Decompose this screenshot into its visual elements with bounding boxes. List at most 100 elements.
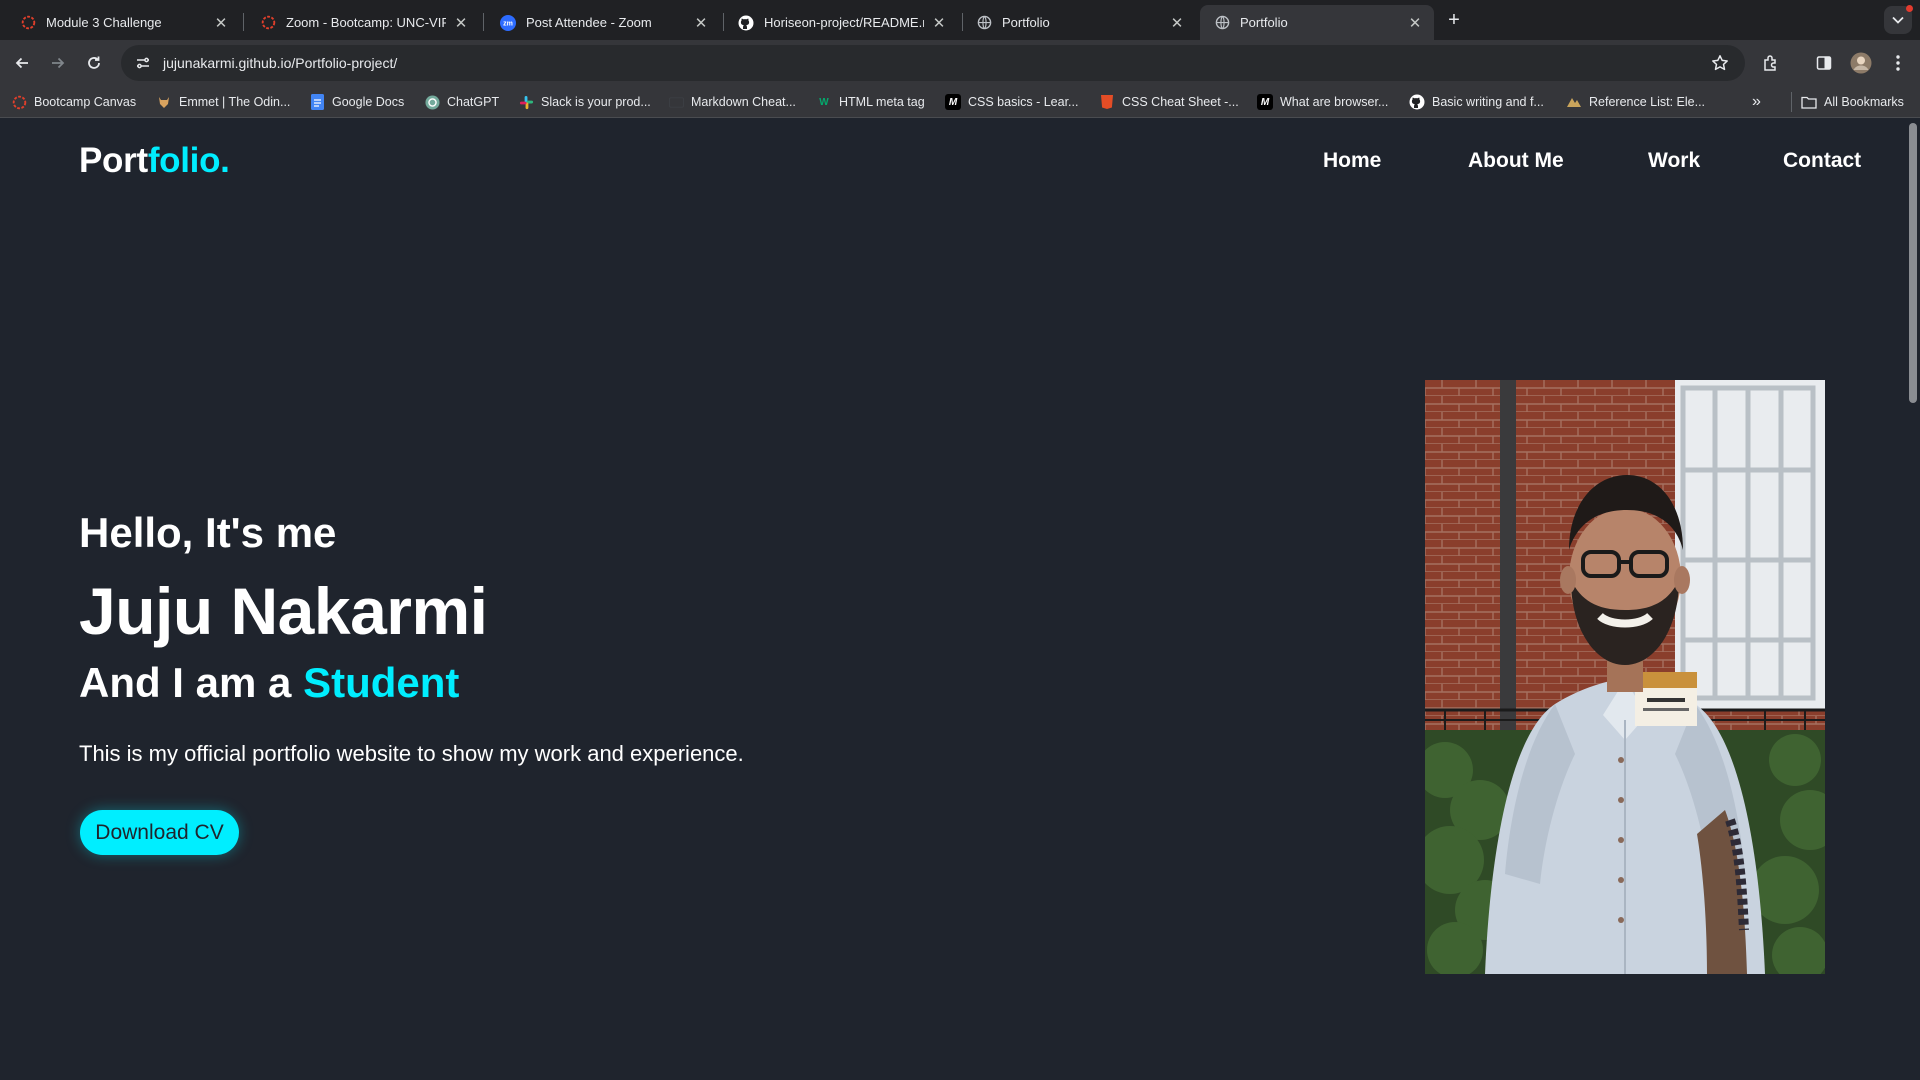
all-bookmarks-button[interactable]: All Bookmarks xyxy=(1791,92,1904,112)
css-icon xyxy=(1099,94,1115,110)
bookmark-item[interactable]: Slack is your prod... xyxy=(518,92,651,112)
bookmark-label: CSS Cheat Sheet -... xyxy=(1122,95,1239,109)
slack-icon xyxy=(518,94,534,110)
hero-greeting: Hello, It's me xyxy=(79,509,337,556)
bookmark-item[interactable]: M CSS basics - Lear... xyxy=(945,92,1078,112)
close-icon[interactable]: ✕ xyxy=(1168,14,1186,32)
arrow-left-icon xyxy=(15,57,28,69)
url-text: jujunakarmi.github.io/Portfolio-project/ xyxy=(163,55,397,71)
close-icon[interactable]: ✕ xyxy=(930,14,948,32)
reload-icon xyxy=(88,56,100,69)
browser-tab[interactable]: zm Post Attendee - Zoom ✕ xyxy=(486,5,720,40)
site-logo[interactable]: Portfolio. xyxy=(79,141,230,181)
profile-avatar[interactable] xyxy=(1849,51,1873,75)
w3-icon: W xyxy=(819,96,829,108)
new-tab-button[interactable]: + xyxy=(1442,8,1466,32)
bookmark-item[interactable]: CSS Cheat Sheet -... xyxy=(1099,92,1239,112)
canvas-icon xyxy=(260,15,276,31)
bookmark-label: CSS basics - Lear... xyxy=(968,95,1079,109)
browser-tab-strip: Module 3 Challenge ✕ Zoom - Bootcamp: UN… xyxy=(0,0,1920,40)
bookmark-label: Markdown Cheat... xyxy=(691,95,796,109)
bookmark-item[interactable]: Basic writing and f... xyxy=(1409,92,1544,112)
portfolio-page: Portfolio. Home About Me Work Contact He… xyxy=(0,119,1905,1080)
bookmark-label: HTML meta tag xyxy=(839,95,925,109)
browser-tab[interactable]: Module 3 Challenge ✕ xyxy=(6,5,240,40)
extensions-icon[interactable] xyxy=(1759,51,1783,75)
logo-main: Port xyxy=(79,141,148,180)
github-icon xyxy=(738,15,754,31)
site-info-icon[interactable] xyxy=(129,49,157,77)
bookmark-item[interactable]: Google Docs xyxy=(309,92,404,112)
close-icon[interactable]: ✕ xyxy=(212,14,230,32)
canvas-icon xyxy=(11,94,27,110)
markdown-icon xyxy=(668,94,684,110)
page-scrollbar[interactable] xyxy=(1905,119,1920,1080)
bookmark-item[interactable]: Emmet | The Odin... xyxy=(156,92,290,112)
mdn-icon: M xyxy=(945,94,961,110)
bookmark-item[interactable]: M What are browser... xyxy=(1257,92,1388,112)
bookmark-item[interactable]: Bootcamp Canvas xyxy=(11,92,136,112)
browser-tab[interactable]: Horiseon-project/README.m ✕ xyxy=(724,5,958,40)
bookmark-label: ChatGPT xyxy=(447,95,500,109)
arrow-right-icon xyxy=(52,57,65,69)
bookmark-item[interactable]: W HTML meta tag xyxy=(816,92,925,112)
browser-tab-active[interactable]: Portfolio ✕ xyxy=(1200,5,1434,40)
tab-title: Portfolio xyxy=(1240,15,1288,30)
close-icon[interactable]: ✕ xyxy=(692,14,710,32)
back-button[interactable] xyxy=(8,49,36,77)
more-bookmarks-chevron-icon[interactable]: » xyxy=(1752,92,1761,112)
scrollbar-thumb[interactable] xyxy=(1909,123,1917,403)
bookmark-item[interactable]: Reference List: Ele... xyxy=(1566,92,1705,112)
side-panel-icon[interactable] xyxy=(1812,51,1836,75)
tab-title: Post Attendee - Zoom xyxy=(526,15,652,30)
menu-kebab-icon[interactable] xyxy=(1886,51,1910,75)
all-bookmarks-label: All Bookmarks xyxy=(1824,95,1904,109)
tab-title: Portfolio xyxy=(1002,15,1050,30)
globe-icon xyxy=(1214,15,1230,31)
bookmarks-bar: Bootcamp Canvas Emmet | The Odin... Goog… xyxy=(0,86,1920,118)
bookmark-label: Emmet | The Odin... xyxy=(179,95,291,109)
nav-link-about-me[interactable]: About Me xyxy=(1468,149,1564,173)
globe-icon xyxy=(976,15,992,31)
logo-accent: folio. xyxy=(147,141,230,180)
reload-button[interactable] xyxy=(80,49,108,77)
nav-link-contact[interactable]: Contact xyxy=(1783,149,1861,173)
bookmark-label: Bootcamp Canvas xyxy=(34,95,137,109)
nav-link-home[interactable]: Home xyxy=(1323,149,1381,173)
bookmark-label: Google Docs xyxy=(332,95,405,109)
bookmark-item[interactable]: ChatGPT xyxy=(424,92,499,112)
canvas-icon xyxy=(20,15,36,31)
tab-title: Module 3 Challenge xyxy=(46,15,162,30)
close-icon[interactable]: ✕ xyxy=(1406,14,1424,32)
browser-tab[interactable]: Portfolio ✕ xyxy=(962,5,1196,40)
nav-link-work[interactable]: Work xyxy=(1648,149,1700,173)
odin-icon xyxy=(156,94,172,110)
folder-icon xyxy=(1801,94,1817,110)
browser-tab[interactable]: Zoom - Bootcamp: UNC-VIRT ✕ xyxy=(246,5,480,40)
browser-toolbar: jujunakarmi.github.io/Portfolio-project/ xyxy=(0,40,1920,86)
tab-title: Horiseon-project/README.m xyxy=(764,15,924,30)
hero-name: Juju Nakarmi xyxy=(79,574,488,648)
zoom-icon: zm xyxy=(500,14,516,31)
docs-icon xyxy=(309,94,325,110)
forward-button[interactable] xyxy=(44,49,72,77)
bookmark-item[interactable]: Markdown Cheat... xyxy=(668,92,796,112)
chevron-down-icon xyxy=(1892,16,1904,24)
hero-tagline: This is my official portfolio website to… xyxy=(79,741,744,766)
download-cv-button[interactable]: Download CV xyxy=(80,810,239,855)
role-prefix: And I am a xyxy=(79,659,304,706)
bookmark-label: Reference List: Ele... xyxy=(1589,95,1706,109)
notification-dot xyxy=(1906,5,1913,12)
bookmark-label: Slack is your prod... xyxy=(541,95,651,109)
chatgpt-icon xyxy=(424,94,440,110)
bookmark-label: Basic writing and f... xyxy=(1432,95,1544,109)
mdn-icon: M xyxy=(1257,94,1273,110)
tab-title: Zoom - Bootcamp: UNC-VIRT xyxy=(286,15,446,30)
hero-role: And I am a Student xyxy=(79,659,459,707)
role-accent: Student xyxy=(303,659,460,706)
bookmark-star-icon[interactable] xyxy=(1709,52,1731,74)
url-host: jujunakarmi.github.io xyxy=(163,55,292,71)
profile-photo xyxy=(1425,380,1825,974)
close-icon[interactable]: ✕ xyxy=(452,14,470,32)
address-bar[interactable]: jujunakarmi.github.io/Portfolio-project/ xyxy=(121,45,1745,81)
